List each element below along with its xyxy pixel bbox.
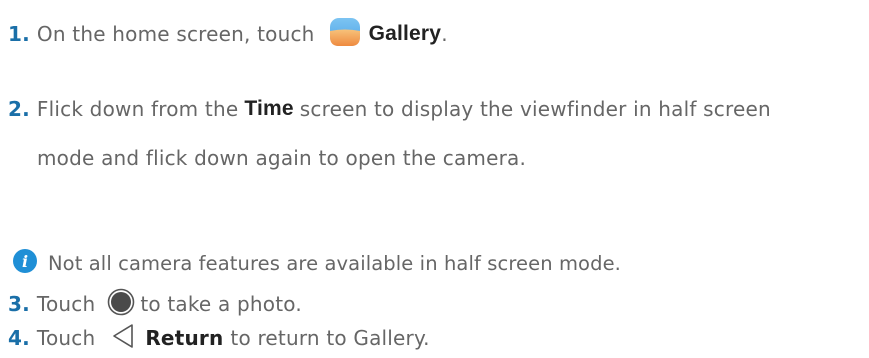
step-2-line-2: mode and flick down again to open the ca… — [37, 146, 527, 170]
time-label: Time — [244, 97, 294, 120]
step-number: 1. — [8, 22, 30, 46]
note: i Not all camera features are available … — [12, 248, 621, 278]
svg-text:i: i — [22, 252, 28, 271]
step-1: 1. On the home screen, touch Gallery . — [8, 17, 448, 52]
shutter-icon — [107, 288, 135, 321]
gallery-icon — [329, 17, 361, 52]
step-text: Touch — [36, 292, 96, 316]
step-number: 4. — [8, 326, 30, 350]
return-label: Return — [145, 326, 224, 350]
step-text-end: to return to Gallery. — [230, 326, 430, 350]
back-triangle-icon — [111, 323, 135, 354]
step-text-end: to take a photo. — [140, 292, 302, 316]
step-text-continued: screen to display the viewfinder in half… — [299, 97, 771, 121]
step-4: 4. Touch Return to return to Gallery. — [8, 322, 430, 354]
note-text: Not all camera features are available in… — [48, 251, 621, 275]
info-icon: i — [12, 248, 38, 278]
step-text: Flick down from the — [36, 97, 239, 121]
gallery-label: Gallery — [368, 22, 442, 45]
step-text-end: . — [441, 22, 448, 46]
step-2: 2. Flick down from the Time screen to di… — [8, 93, 771, 125]
step-3: 3. Touch to take a photo. — [8, 288, 302, 320]
step-text: On the home screen, touch — [36, 22, 315, 46]
step-text: Touch — [36, 326, 96, 350]
step-number: 2. — [8, 97, 30, 121]
step-number: 3. — [8, 292, 30, 316]
